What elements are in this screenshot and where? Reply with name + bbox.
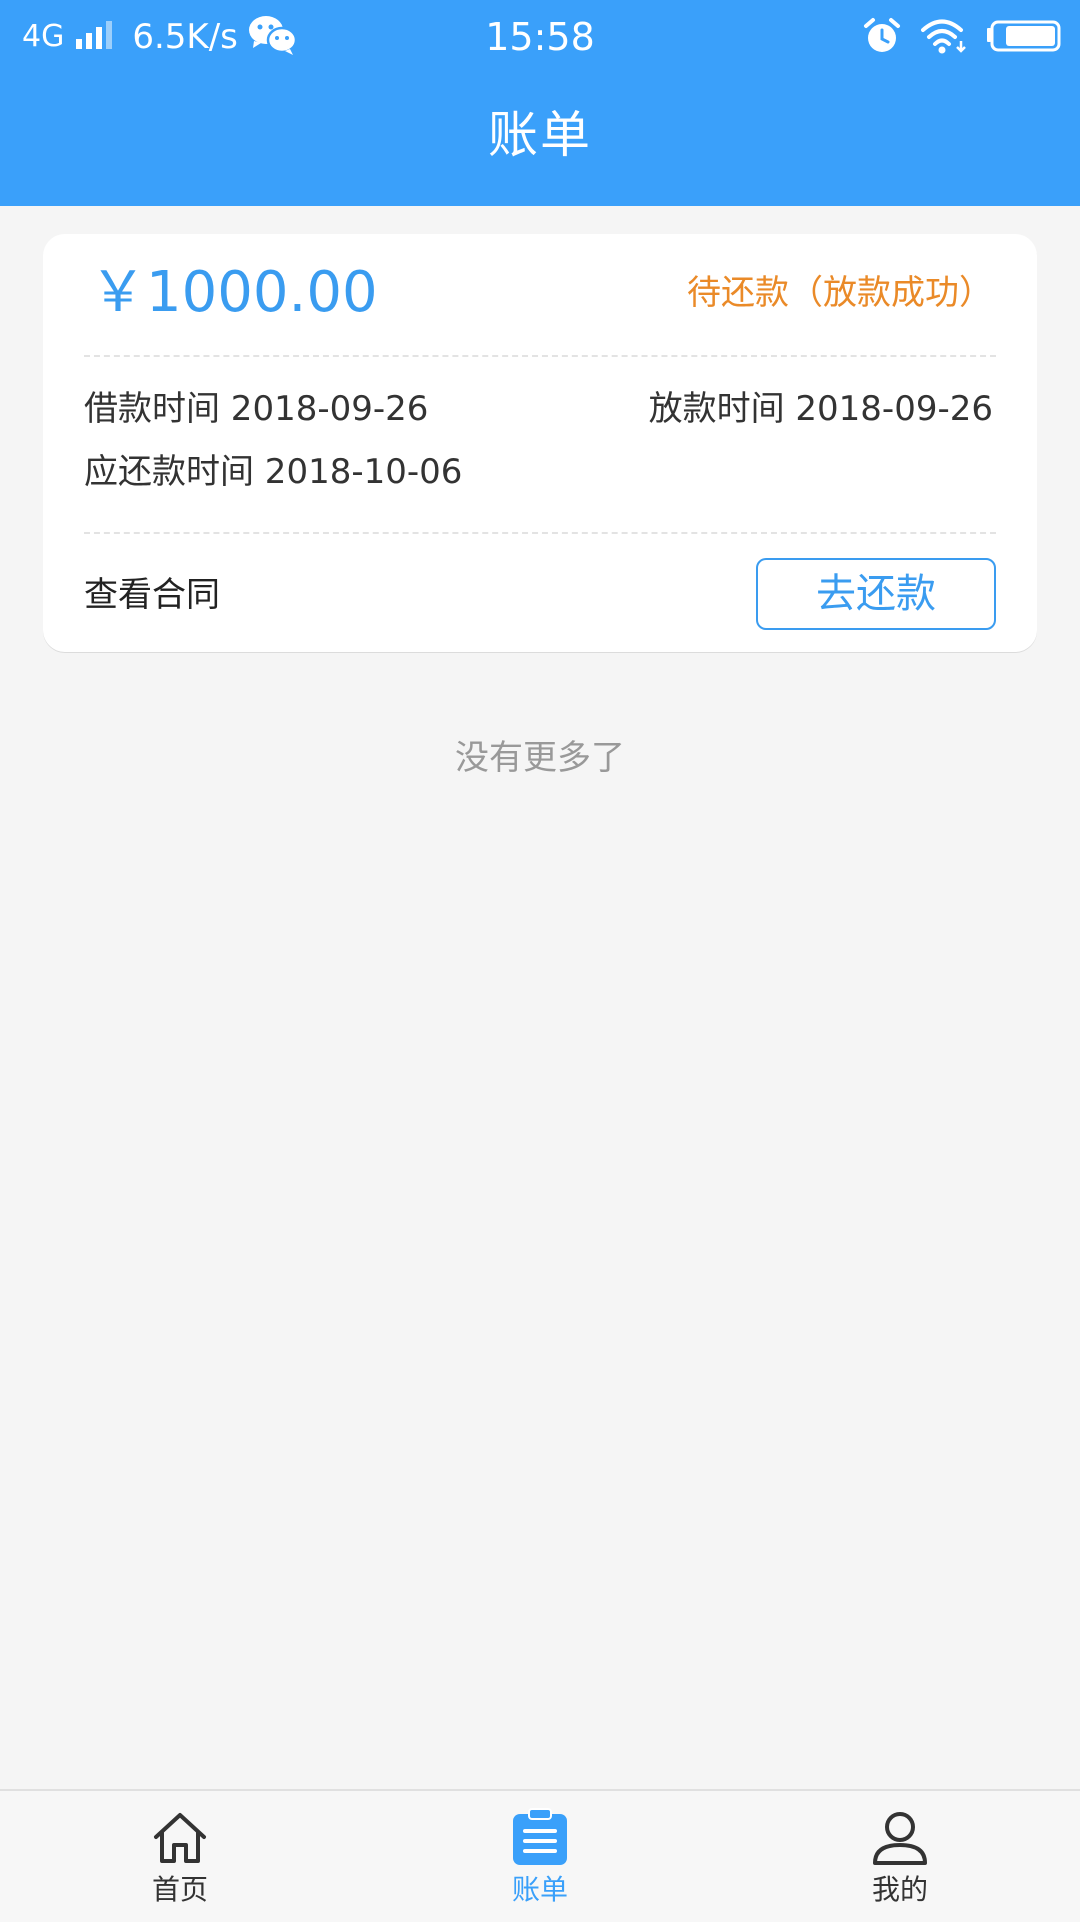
bill-list-icon bbox=[510, 1807, 570, 1867]
card-divider-bottom bbox=[84, 532, 996, 534]
list-end-text: 没有更多了 bbox=[455, 738, 625, 778]
tab-mine-label: 我的 bbox=[871, 1873, 928, 1906]
user-icon bbox=[870, 1807, 930, 1867]
tab-bill-label: 账单 bbox=[511, 1873, 568, 1906]
card-divider-top bbox=[84, 355, 996, 357]
tab-home-label: 首页 bbox=[151, 1873, 208, 1906]
battery-icon bbox=[986, 19, 1062, 57]
bill-card: ￥1000.00 待还款（放款成功） 借款时间 2018-09-26 放款时间 … bbox=[43, 234, 1037, 652]
repay-button[interactable]: 去还款 bbox=[756, 558, 996, 630]
alarm-icon bbox=[862, 16, 902, 60]
status-right bbox=[862, 18, 1062, 58]
tab-bar: 首页 账单 我的 bbox=[0, 1789, 1080, 1922]
status-bar: 4G 6.5K/s 15:58 bbox=[0, 0, 1080, 74]
release-time: 放款时间 2018-09-26 bbox=[648, 389, 993, 429]
tab-home[interactable]: 首页 bbox=[80, 1791, 280, 1922]
view-contract-link[interactable]: 查看合同 bbox=[84, 572, 220, 618]
tab-mine[interactable]: 我的 bbox=[800, 1791, 1000, 1922]
app-header: 4G 6.5K/s 15:58 账单 bbox=[0, 0, 1080, 206]
borrow-time: 借款时间 2018-09-26 bbox=[84, 389, 429, 429]
home-icon bbox=[150, 1807, 210, 1867]
tab-bill[interactable]: 账单 bbox=[440, 1791, 640, 1922]
bill-status: 待还款（放款成功） bbox=[687, 273, 993, 313]
due-time: 应还款时间 2018-10-06 bbox=[84, 452, 463, 492]
bill-amount: ￥1000.00 bbox=[90, 260, 378, 325]
page-title: 账单 bbox=[488, 106, 592, 164]
wifi-icon bbox=[920, 17, 968, 59]
